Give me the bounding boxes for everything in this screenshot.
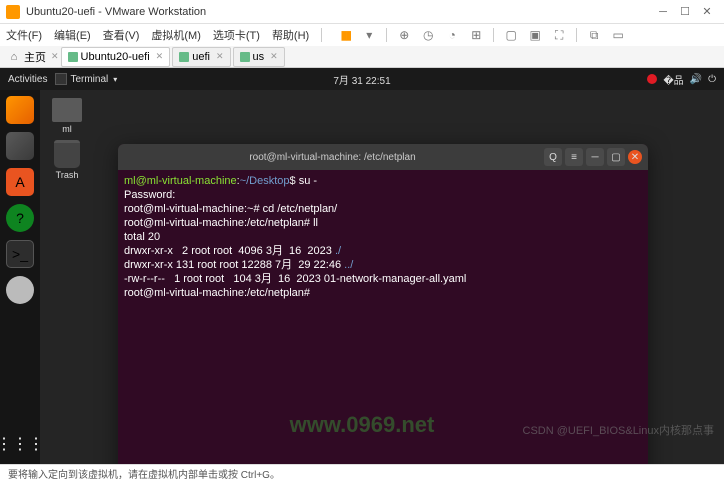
network-icon[interactable]: �品: [663, 72, 683, 87]
menu-icon[interactable]: ≡: [565, 148, 583, 166]
snapshot-mgr-icon[interactable]: ◔: [443, 26, 461, 44]
vm-viewport[interactable]: Activities Terminal▾ 7月 31 22:51 �品 🔊 ⏻ …: [0, 68, 724, 464]
icon-label: Trash: [56, 170, 79, 180]
software-icon[interactable]: A: [6, 168, 34, 196]
dir: ./: [335, 245, 341, 257]
search-icon[interactable]: Q: [544, 148, 562, 166]
trash-icon: [54, 140, 80, 168]
home-icon[interactable]: ⌂: [6, 49, 22, 65]
tab-uefi[interactable]: uefi ✕: [172, 47, 230, 67]
app-menu[interactable]: Terminal ▾: [55, 73, 117, 85]
maximize-icon[interactable]: ▢: [607, 148, 625, 166]
vmware-tabbar: ⌂ 主页 ✕ Ubuntu20-uefi ✕ uefi ✕ us ✕: [0, 46, 724, 68]
tab-close-icon[interactable]: ✕: [216, 51, 224, 62]
menu-tabs[interactable]: 选项卡(T): [211, 27, 262, 43]
vm-icon: [240, 52, 250, 62]
dir: ../: [344, 259, 353, 271]
desktop-area[interactable]: ml Trash root@ml-virtual-machine: /etc/n…: [40, 90, 724, 464]
prompt-path: ~/Desktop: [240, 175, 290, 187]
maximize-button[interactable]: ☐: [674, 5, 696, 18]
notification-icon[interactable]: [647, 74, 657, 84]
tab-us[interactable]: us ✕: [233, 47, 285, 67]
send-ctrlaltdel-icon[interactable]: ⊕: [395, 26, 413, 44]
snapshot-icon[interactable]: ◷: [419, 26, 437, 44]
vmware-toolbar: ▮▮ ▾ ⊕ ◷ ◔ ⊞ ▢ ▣ ⛶ ⧉ ▭: [336, 26, 627, 44]
tab-close-icon[interactable]: ✕: [270, 51, 278, 62]
system-tray[interactable]: �品 🔊 ⏻: [647, 72, 716, 87]
output-line: Password:: [124, 189, 175, 201]
help-icon[interactable]: ?: [6, 204, 34, 232]
dropdown-icon[interactable]: ▾: [360, 26, 378, 44]
sound-icon[interactable]: 🔊: [690, 74, 702, 85]
status-text: 要将输入定向到该虚拟机，请在虚拟机内部单击或按 Ctrl+G。: [8, 466, 280, 481]
terminal-icon: [55, 73, 67, 85]
library-icon[interactable]: ▭: [609, 26, 627, 44]
tab-ubuntu20[interactable]: Ubuntu20-uefi ✕: [61, 47, 171, 67]
vmware-logo-icon: [6, 5, 20, 19]
fit-window-icon[interactable]: ▣: [526, 26, 544, 44]
tab-label: Ubuntu20-uefi: [81, 51, 150, 63]
files-icon[interactable]: [6, 132, 34, 160]
menu-vm[interactable]: 虚拟机(M): [149, 27, 203, 43]
terminal-titlebar[interactable]: root@ml-virtual-machine: /etc/netplan Q …: [118, 144, 648, 170]
vm-icon: [68, 52, 78, 62]
folder-icon: [52, 98, 82, 122]
icon-label: ml: [62, 124, 72, 134]
fullscreen-icon[interactable]: ⛶: [550, 26, 568, 44]
activities-button[interactable]: Activities: [8, 74, 47, 85]
divider: [576, 28, 577, 42]
tab-label: us: [253, 51, 265, 63]
screenshot-icon[interactable]: ⊞: [467, 26, 485, 44]
fit-guest-icon[interactable]: ▢: [502, 26, 520, 44]
vmware-menubar: 文件(F) 编辑(E) 查看(V) 虚拟机(M) 选项卡(T) 帮助(H) ▮▮…: [0, 24, 724, 46]
output-line: -rw-r--r-- 1 root root 104 3月 16 2023 01…: [124, 273, 466, 285]
terminal-window[interactable]: root@ml-virtual-machine: /etc/netplan Q …: [118, 144, 648, 464]
tab-close-icon[interactable]: ✕: [51, 51, 59, 62]
output-line: drwxr-xr-x 2 root root 4096 3月 16 2023: [124, 245, 335, 257]
menu-help[interactable]: 帮助(H): [270, 27, 311, 43]
chevron-down-icon: ▾: [113, 75, 117, 84]
output-line: root@ml-virtual-machine:~# cd /etc/netpl…: [124, 203, 337, 215]
prompt-user: ml@ml-virtual-machine: [124, 175, 237, 187]
pause-icon[interactable]: ▮▮: [336, 26, 354, 44]
terminal-output[interactable]: ml@ml-virtual-machine:~/Desktop$ su - Pa…: [118, 170, 648, 464]
tab-label: uefi: [192, 51, 210, 63]
menu-edit[interactable]: 编辑(E): [52, 27, 93, 43]
output-line: root@ml-virtual-machine:/etc/netplan# ll: [124, 217, 318, 229]
divider: [386, 28, 387, 42]
tab-close-icon[interactable]: ✕: [156, 51, 164, 62]
terminal-title: root@ml-virtual-machine: /etc/netplan: [124, 152, 541, 163]
vmware-statusbar: 要将输入定向到该虚拟机，请在虚拟机内部单击或按 Ctrl+G。: [0, 464, 724, 482]
vm-icon: [179, 52, 189, 62]
app-label: Terminal: [70, 74, 108, 85]
menu-file[interactable]: 文件(F): [4, 27, 44, 43]
ubuntu-topbar: Activities Terminal ▾ 7月 31 22:51 �品 🔊 ⏻: [0, 68, 724, 90]
disk-icon[interactable]: [6, 276, 34, 304]
output-line: total 20: [124, 231, 160, 243]
ubuntu-desktop-body: A ? >_ ⋮⋮⋮ ml Trash root@ml-virtual-mach…: [0, 90, 724, 464]
output-line: drwxr-xr-x 131 root root 12288 7月 29 22:…: [124, 259, 344, 271]
home-tab-label[interactable]: 主页: [24, 49, 46, 65]
close-icon[interactable]: ✕: [628, 150, 642, 164]
ubuntu-dock: A ? >_ ⋮⋮⋮: [0, 90, 40, 464]
close-button[interactable]: ✕: [696, 5, 718, 18]
cmd: su -: [299, 175, 317, 187]
minimize-button[interactable]: ─: [652, 6, 674, 18]
divider: [493, 28, 494, 42]
unity-icon[interactable]: ⧉: [585, 26, 603, 44]
terminal-dock-icon[interactable]: >_: [6, 240, 34, 268]
minimize-icon[interactable]: ─: [586, 148, 604, 166]
desktop-trash[interactable]: Trash: [48, 140, 86, 180]
clock[interactable]: 7月 31 22:51: [333, 72, 390, 87]
divider: [321, 28, 322, 42]
vmware-titlebar: Ubuntu20-uefi - VMware Workstation ─ ☐ ✕: [0, 0, 724, 24]
firefox-icon[interactable]: [6, 96, 34, 124]
desktop-folder-ml[interactable]: ml: [48, 98, 86, 134]
window-title: Ubuntu20-uefi - VMware Workstation: [26, 6, 652, 18]
power-icon[interactable]: ⏻: [708, 74, 716, 85]
menu-view[interactable]: 查看(V): [101, 27, 142, 43]
show-apps-icon[interactable]: ⋮⋮⋮: [6, 430, 34, 458]
prompt-line: root@ml-virtual-machine:/etc/netplan#: [124, 287, 313, 299]
